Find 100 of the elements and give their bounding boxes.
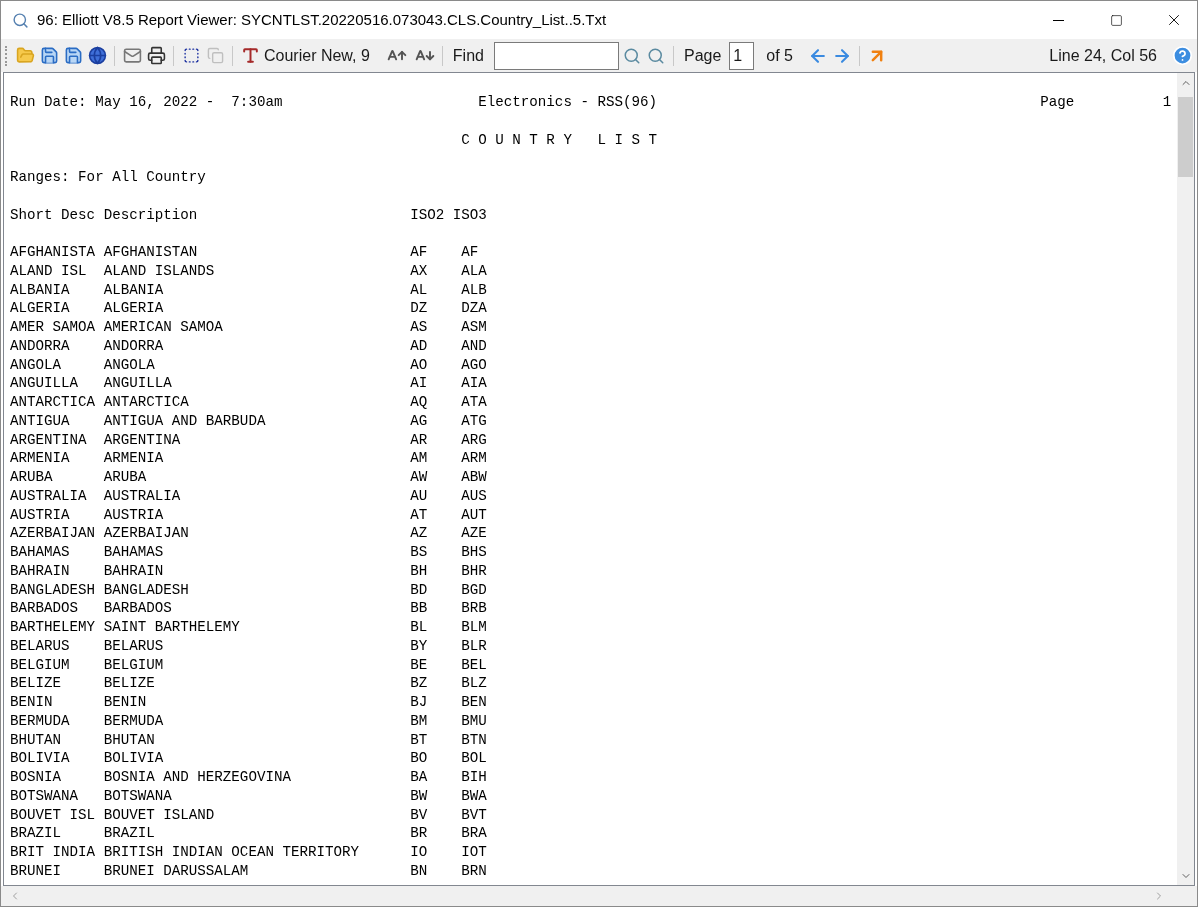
table-cell: AD bbox=[410, 337, 428, 354]
table-cell: BRITISH INDIAN OCEAN TERRITORY bbox=[103, 844, 360, 860]
scrollbar-thumb[interactable] bbox=[1178, 97, 1193, 177]
table-cell: BENIN bbox=[103, 694, 147, 710]
table-cell: BRUNEI bbox=[10, 862, 62, 879]
table-cell: BRA bbox=[461, 825, 487, 842]
find-field[interactable] bbox=[493, 41, 619, 70]
table-cell: ANGUILLA bbox=[10, 375, 79, 392]
table-cell: ALBANIA bbox=[103, 281, 164, 298]
table-cell: AU bbox=[410, 487, 428, 504]
table-cell: DZ bbox=[410, 300, 428, 317]
table-cell: AFGHANISTAN bbox=[103, 244, 198, 260]
table-cell: BLZ bbox=[461, 675, 487, 692]
ranges-text: Ranges: For All Country bbox=[10, 169, 206, 185]
table-cell: AFGHANISTA bbox=[10, 244, 96, 260]
table-cell: BEL bbox=[461, 656, 487, 673]
table-cell: ABW bbox=[461, 469, 487, 485]
table-cell: BELGIUM bbox=[103, 656, 164, 673]
table-cell: ALGERIA bbox=[10, 300, 70, 317]
table-cell: ALB bbox=[461, 281, 487, 298]
table-cell: BRAZIL bbox=[103, 825, 155, 842]
table-cell: ANTARCTICA bbox=[103, 394, 189, 410]
table-cell: ALA bbox=[461, 262, 487, 279]
table-cell: AX bbox=[410, 262, 428, 279]
table-cell: BELIZE bbox=[103, 675, 155, 692]
table-cell: BV bbox=[410, 806, 428, 823]
table-cell: AMER SAMOA bbox=[10, 319, 96, 335]
table-cell: BAHAMAS bbox=[103, 544, 164, 560]
cursor-position: Line 24, Col 56 bbox=[1049, 45, 1157, 66]
find-label: Find bbox=[452, 45, 484, 66]
table-cell: BELARUS bbox=[10, 637, 70, 654]
table-cell: AZ bbox=[410, 525, 428, 542]
table-cell: AQ bbox=[410, 394, 428, 410]
table-cell: AW bbox=[410, 469, 428, 485]
table-cell: BOLIVIA bbox=[10, 750, 70, 767]
font-icon bbox=[241, 46, 260, 65]
report-title: C O U N T R Y L I S T bbox=[461, 130, 658, 150]
table-cell: DZA bbox=[461, 300, 487, 317]
table-cell: ALGERIA bbox=[103, 300, 164, 317]
table-cell: BOLIVIA bbox=[103, 750, 164, 767]
table-cell: AUSTRALIA bbox=[10, 487, 87, 504]
table-cell: BS bbox=[410, 544, 428, 560]
table-cell: AM bbox=[410, 450, 428, 467]
table-cell: BRAZIL bbox=[10, 825, 62, 842]
table-cell: IOT bbox=[461, 844, 487, 860]
table-cell: BN bbox=[410, 862, 428, 879]
globe-icon[interactable] bbox=[86, 44, 108, 67]
table-cell: AIA bbox=[461, 375, 487, 392]
table-cell: ARGENTINA bbox=[10, 431, 87, 448]
page-count: of 5 bbox=[766, 45, 793, 66]
table-cell: BW bbox=[410, 787, 428, 804]
table-cell: BRUNEI DARUSSALAM bbox=[103, 862, 249, 879]
maximize-icon bbox=[1109, 13, 1123, 27]
table-cell: ANDORRA bbox=[10, 337, 70, 354]
table-cell: BT bbox=[410, 731, 428, 748]
run-date: Run Date: May 16, 2022 - 7:30am bbox=[10, 94, 283, 110]
table-cell: BOSNIA bbox=[10, 769, 62, 785]
table-cell: AG bbox=[410, 412, 428, 429]
table-cell: BO bbox=[410, 750, 428, 767]
table-cell: BOSNIA AND HERZEGOVINA bbox=[103, 769, 291, 785]
table-cell: ANGOLA bbox=[10, 356, 62, 373]
table-cell: BANGLADESH bbox=[10, 581, 96, 598]
table-cell: ARG bbox=[461, 431, 487, 448]
table-cell: BOTSWANA bbox=[10, 787, 79, 804]
vertical-scrollbar[interactable] bbox=[1177, 73, 1194, 885]
printer-icon[interactable] bbox=[145, 44, 167, 67]
table-cell: ALBANIA bbox=[10, 281, 70, 298]
table-cell: SAINT BARTHELEMY bbox=[103, 619, 240, 635]
table-cell: AF bbox=[461, 244, 479, 260]
column-header: Short Desc bbox=[10, 206, 96, 223]
page-field[interactable]: 1 bbox=[729, 41, 755, 70]
table-cell: AS bbox=[410, 319, 428, 335]
table-cell: AUSTRIA bbox=[103, 506, 164, 523]
table-cell: ANGUILLA bbox=[103, 375, 172, 392]
table-cell: BARTHELEMY bbox=[10, 619, 96, 635]
table-cell: IO bbox=[410, 844, 428, 860]
table-cell: BOUVET ISL bbox=[10, 806, 96, 823]
table-cell: ANTARCTICA bbox=[10, 394, 96, 410]
table-cell: AUT bbox=[461, 506, 487, 523]
table-cell: BAHAMAS bbox=[10, 544, 70, 560]
company-name: Electronics - RSS(96) bbox=[478, 94, 658, 110]
table-cell: BELIZE bbox=[10, 675, 62, 692]
column-header: Description bbox=[103, 206, 198, 223]
table-cell: AUS bbox=[461, 487, 487, 504]
table-cell: BRIT INDIA bbox=[10, 844, 96, 860]
table-cell: BJ bbox=[410, 694, 428, 710]
table-cell: BOUVET ISLAND bbox=[103, 806, 215, 823]
table-cell: AMERICAN SAMOA bbox=[103, 319, 223, 335]
table-cell: BTN bbox=[461, 731, 487, 748]
help-icon[interactable] bbox=[1171, 44, 1193, 67]
table-cell: BIH bbox=[461, 769, 487, 785]
page-label: Page bbox=[683, 45, 722, 66]
table-cell: BRB bbox=[461, 600, 487, 617]
table-cell: BR bbox=[410, 825, 428, 842]
table-cell: BARBADOS bbox=[10, 600, 79, 617]
font-button[interactable]: Courier New, 9 bbox=[239, 42, 372, 69]
table-cell: AUSTRIA bbox=[10, 506, 70, 523]
table-cell: BM bbox=[410, 712, 428, 729]
table-cell: BERMUDA bbox=[103, 712, 164, 729]
table-cell: ARUBA bbox=[10, 469, 53, 485]
